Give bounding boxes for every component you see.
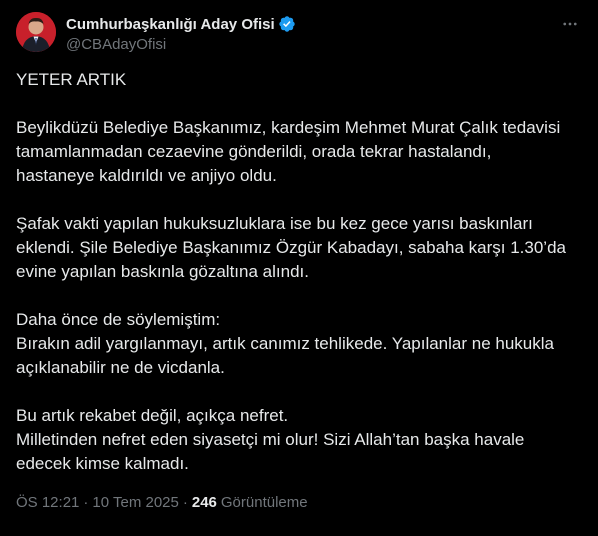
tweet-paragraph: Bu artık rekabet değil, açıkça nefret. M… [16, 404, 582, 476]
author-handle[interactable]: @CBAdayOfisi [66, 36, 296, 53]
meta-separator: · [83, 494, 89, 511]
tweet-line: YETER ARTIK [16, 70, 127, 89]
tweet-paragraph: Beylikdüzü Belediye Başkanımız, kardeşim… [16, 116, 582, 188]
tweet-line: Bırakın adil yargılanmayı, artık canımız… [16, 334, 554, 353]
tweet-line: eklendi. Şile Belediye Başkanımız Özgür … [16, 238, 566, 257]
tweet-text: YETER ARTIK Beylikdüzü Belediye Başkanım… [16, 68, 582, 500]
tweet-paragraph: YETER ARTIK [16, 68, 582, 92]
views-label: Görüntüleme [220, 494, 308, 511]
tweet-line: Daha önce de söylemiştim: [16, 310, 221, 329]
more-options-icon[interactable] [558, 12, 582, 36]
verified-badge-icon[interactable] [278, 15, 296, 33]
tweet-line: Şafak vakti yapılan hukuksuzluklara ise … [16, 214, 533, 233]
avatar[interactable] [16, 12, 56, 52]
display-name-row: Cumhurbaşkanlığı Aday Ofisi [66, 14, 296, 34]
tweet-time[interactable]: ÖS 12:21 [16, 494, 79, 511]
tweet-line: Beylikdüzü Belediye Başkanımız, kardeşim… [16, 118, 561, 137]
tweet-date[interactable]: 10 Tem 2025 [92, 494, 178, 511]
tweet-header: Cumhurbaşkanlığı Aday Ofisi @CBAdayOfisi [16, 12, 582, 60]
tweet-line: Bu artık rekabet değil, açıkça nefret. [16, 406, 289, 425]
tweet-line: Milletinden nefret eden siyasetçi mi olu… [16, 430, 525, 449]
tweet-line: hastaneye kaldırıldı ve anjiyo oldu. [16, 166, 277, 185]
tweet-line: tamamlanmadan cezaevine gönderildi, orad… [16, 142, 492, 161]
tweet-meta: ÖS 12:21 · 10 Tem 2025 · 246 Görüntüleme [16, 494, 308, 511]
author-names: Cumhurbaşkanlığı Aday Ofisi @CBAdayOfisi [66, 14, 296, 53]
tweet-line: edecek kimse kalmadı. [16, 454, 189, 473]
tweet-line: açıklanabilir ne de vicdanla. [16, 358, 225, 377]
profile-photo-avatar [16, 12, 56, 52]
tweet-card: Cumhurbaşkanlığı Aday Ofisi @CBAdayOfisi… [0, 0, 598, 536]
tweet-paragraph: Şafak vakti yapılan hukuksuzluklara ise … [16, 212, 582, 284]
meta-separator: · [182, 494, 188, 511]
tweet-paragraph: Daha önce de söylemiştim: Bırakın adil y… [16, 308, 582, 380]
tweet-line: evine yapılan baskınla gözaltına alındı. [16, 262, 309, 281]
views-count: 246 [191, 494, 217, 511]
author-display-name[interactable]: Cumhurbaşkanlığı Aday Ofisi [66, 16, 275, 33]
